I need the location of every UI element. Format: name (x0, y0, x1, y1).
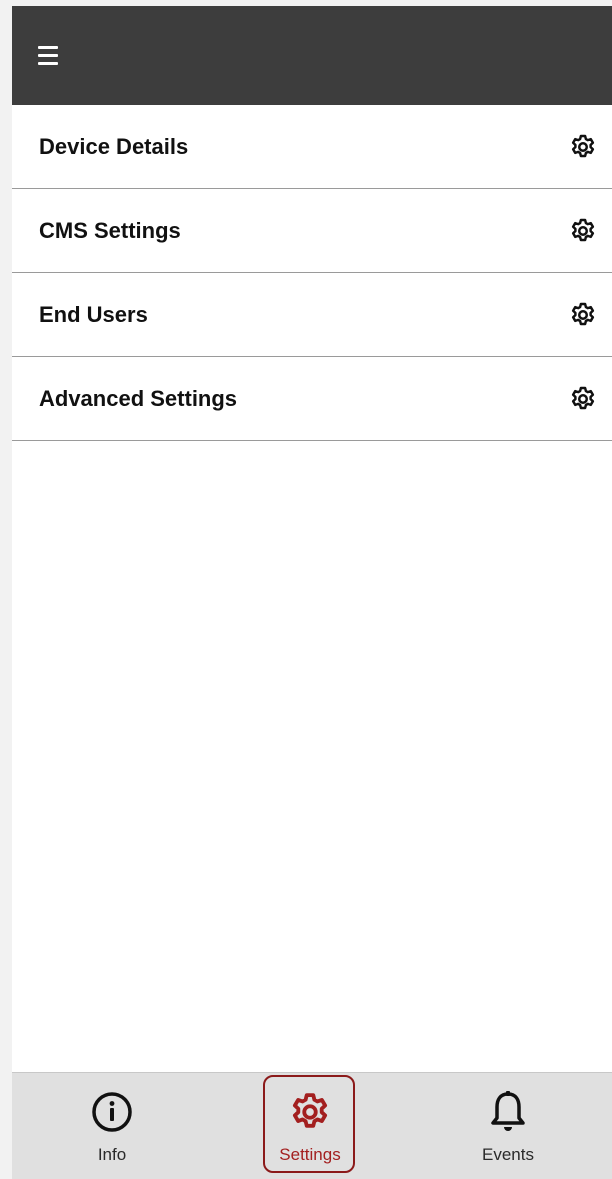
gear-icon (568, 132, 598, 162)
list-item-cms-settings[interactable]: CMS Settings (12, 189, 612, 273)
list-item-label: CMS Settings (39, 217, 181, 243)
gear-icon (568, 216, 598, 246)
list-item-device-details[interactable]: Device Details (12, 105, 612, 189)
top-app-bar (12, 6, 612, 105)
bottom-navigation: Info Settings Events (12, 1072, 612, 1179)
app-screen: Device Details CMS Settings End Users Ad… (12, 6, 612, 1179)
nav-tab-events[interactable]: Events (458, 1073, 558, 1179)
active-tab-highlight (263, 1075, 355, 1173)
nav-label-events: Events (482, 1145, 534, 1164)
bell-icon (488, 1089, 528, 1135)
list-item-end-users[interactable]: End Users (12, 273, 612, 357)
hamburger-menu-icon[interactable] (38, 44, 66, 68)
list-item-label: Device Details (39, 133, 189, 159)
list-item-label: Advanced Settings (39, 385, 238, 411)
nav-label-info: Info (97, 1145, 127, 1164)
nav-tab-info[interactable]: Info (62, 1073, 162, 1179)
gear-icon (568, 384, 598, 414)
gear-icon (568, 300, 598, 330)
list-item-advanced-settings[interactable]: Advanced Settings (12, 357, 612, 441)
info-circle-icon (91, 1089, 133, 1135)
settings-list: Device Details CMS Settings End Users Ad… (12, 105, 612, 441)
list-item-label: End Users (39, 301, 148, 327)
